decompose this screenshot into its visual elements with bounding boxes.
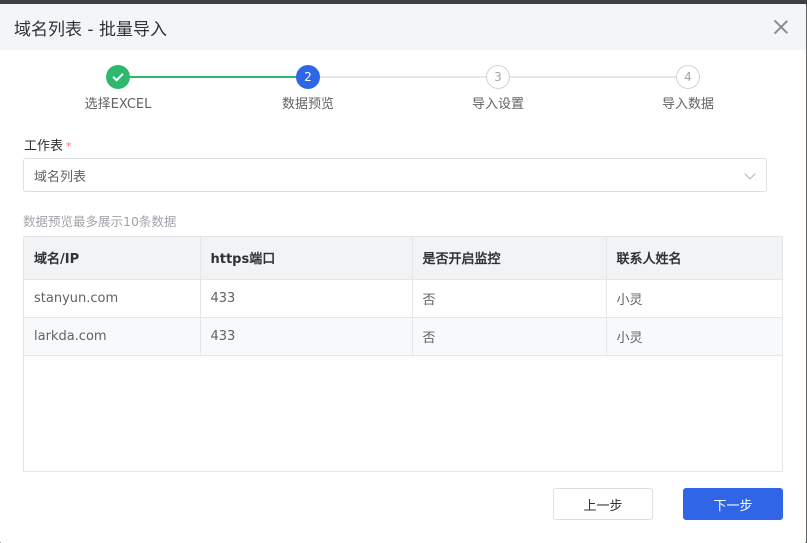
column-header: 域名/IP bbox=[24, 237, 201, 280]
step-data-preview: 2 数据预览 bbox=[238, 65, 378, 112]
table-cell: 433 bbox=[200, 317, 413, 356]
required-mark: * bbox=[66, 140, 72, 153]
table-cell: 433 bbox=[200, 279, 413, 318]
column-header: 是否开启监控 bbox=[412, 237, 607, 280]
step-label: 导入设置 bbox=[471, 97, 524, 112]
preview-table: 域名/IP https端口 是否开启监控 联系人姓名 stanyun.com 4… bbox=[23, 236, 783, 472]
check-icon bbox=[106, 65, 130, 89]
step-number: 2 bbox=[296, 65, 320, 89]
dialog-title: 域名列表 - 批量导入 bbox=[14, 19, 167, 40]
step-select-excel: 选择EXCEL bbox=[48, 65, 188, 112]
dialog-header: 域名列表 - 批量导入 bbox=[0, 4, 806, 50]
step-import-settings: 3 导入设置 bbox=[428, 65, 568, 112]
column-header: https端口 bbox=[200, 237, 413, 280]
sheet-select[interactable]: 域名列表 bbox=[23, 158, 767, 192]
table-row: stanyun.com 433 否 小灵 bbox=[24, 279, 782, 318]
step-label: 选择EXCEL bbox=[84, 97, 152, 112]
table-cell: 否 bbox=[412, 317, 607, 356]
table-cell: 小灵 bbox=[606, 279, 782, 318]
table-cell: larkda.com bbox=[24, 317, 201, 356]
step-number: 4 bbox=[676, 65, 700, 89]
preview-hint: 数据预览最多展示10条数据 bbox=[23, 214, 177, 229]
sheet-select-value: 域名列表 bbox=[34, 169, 87, 185]
steps-bar: 选择EXCEL 2 数据预览 3 导入设置 4 导入数据 bbox=[0, 50, 806, 128]
close-icon[interactable] bbox=[770, 16, 792, 38]
prev-step-button[interactable]: 上一步 bbox=[553, 488, 653, 520]
table-cell: 小灵 bbox=[606, 317, 782, 356]
step-label: 导入数据 bbox=[661, 97, 714, 112]
table-row: larkda.com 433 否 小灵 bbox=[24, 317, 782, 356]
step-import-data: 4 导入数据 bbox=[618, 65, 758, 112]
column-header: 联系人姓名 bbox=[606, 237, 782, 280]
table-header-row: 域名/IP https端口 是否开启监控 联系人姓名 bbox=[24, 237, 782, 280]
chevron-down-icon bbox=[744, 168, 756, 180]
sheet-label: 工作表 * bbox=[24, 135, 72, 154]
step-number: 3 bbox=[486, 65, 510, 89]
next-step-button[interactable]: 下一步 bbox=[683, 488, 783, 520]
table-cell: 否 bbox=[412, 279, 607, 318]
sheet-label-text: 工作表 bbox=[24, 139, 64, 154]
step-label: 数据预览 bbox=[281, 97, 334, 112]
table-cell: stanyun.com bbox=[24, 279, 201, 318]
